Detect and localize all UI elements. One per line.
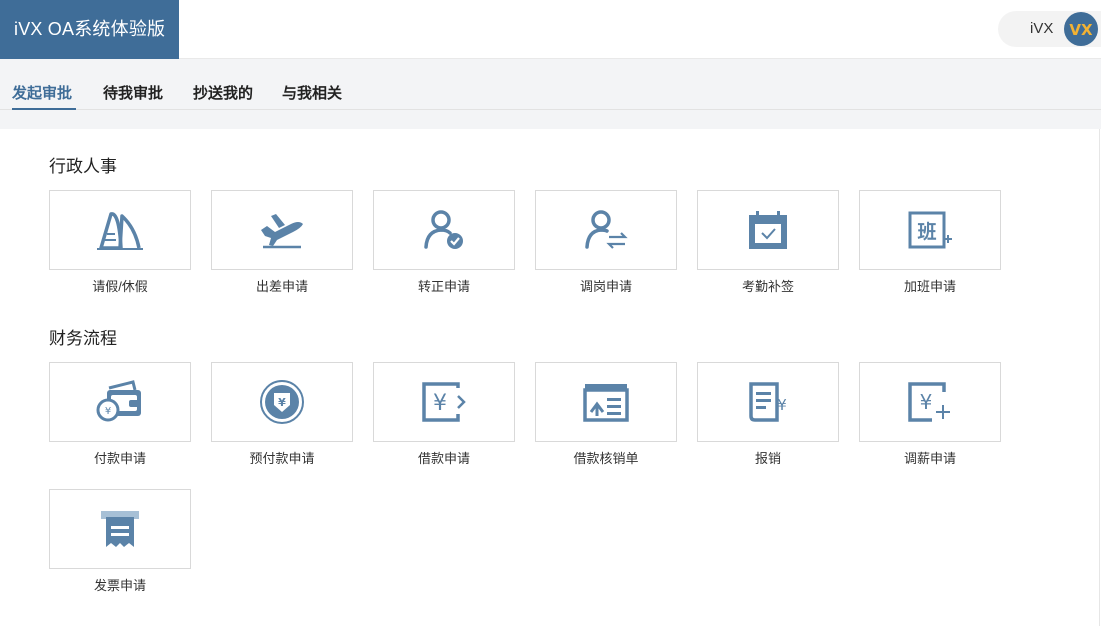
card-business-trip[interactable] (211, 190, 353, 270)
svg-text:¥: ¥ (777, 396, 787, 414)
card-attendance[interactable] (697, 190, 839, 270)
svg-text:¥: ¥ (278, 396, 286, 409)
user-check-icon (424, 210, 463, 249)
card-transfer[interactable] (535, 190, 677, 270)
card-payment[interactable]: ¥ (49, 362, 191, 442)
invoice-icon (101, 511, 139, 547)
card-loan[interactable]: ¥ (373, 362, 515, 442)
prepay-icon: ¥ (260, 380, 304, 424)
avatar-logo-icon: VX (1069, 21, 1093, 39)
card-label-leave: 请假/休假 (92, 279, 148, 294)
avatar: VX (1064, 12, 1098, 46)
card-label-loan-writeoff: 借款核销单 (573, 451, 639, 466)
loan-icon: ¥ (422, 382, 466, 422)
svg-text:班: 班 (917, 220, 936, 243)
card-overtime[interactable]: 班 (859, 190, 1001, 270)
loan-writeoff-icon (583, 384, 629, 422)
card-label-invoice: 发票申请 (93, 578, 146, 593)
user-name: iVX (1030, 20, 1054, 37)
wallet-icon: ¥ (96, 380, 141, 422)
overtime-icon: 班 (908, 211, 952, 249)
card-label-probation: 转正申请 (417, 279, 470, 294)
active-tab-indicator (12, 108, 76, 110)
card-label-reimburse: 报销 (754, 451, 781, 466)
tab-related-to-me[interactable]: 与我相关 (282, 82, 342, 103)
card-label-salary-adjust: 调薪申请 (903, 451, 956, 466)
tab-list: 发起审批 待我审批 抄送我的 与我相关 (0, 59, 1101, 110)
salary-adjust-icon: ¥ (908, 382, 950, 422)
card-reimburse[interactable]: ¥ (697, 362, 839, 442)
card-salary-adjust[interactable]: ¥ (859, 362, 1001, 442)
main-content: 行政人事 请假/休假 出差申请 转正申请 调岗申请 考勤补签 班 加班申请 财务… (0, 129, 1101, 626)
tab-bar: 发起审批 待我审批 抄送我的 与我相关 (0, 59, 1101, 129)
user-menu[interactable]: iVX VX (998, 11, 1101, 47)
card-label-payment: 付款申请 (93, 451, 146, 466)
section-title-admin-hr: 行政人事 (49, 157, 117, 176)
section-title-finance: 财务流程 (49, 329, 117, 348)
reimburse-icon: ¥ (749, 382, 787, 422)
card-label-business-trip: 出差申请 (255, 279, 308, 294)
card-loan-writeoff[interactable] (535, 362, 677, 442)
plane-icon (261, 214, 303, 249)
divider (1099, 129, 1100, 626)
calendar-check-icon (749, 211, 787, 249)
card-label-overtime: 加班申请 (903, 279, 956, 294)
card-probation[interactable] (373, 190, 515, 270)
tab-cc-to-me[interactable]: 抄送我的 (193, 82, 253, 103)
card-label-transfer: 调岗申请 (579, 279, 632, 294)
card-label-loan: 借款申请 (417, 451, 470, 466)
svg-text:¥: ¥ (433, 391, 447, 416)
card-prepayment[interactable]: ¥ (211, 362, 353, 442)
app-title: iVX OA系统体验版 (0, 0, 179, 59)
tab-pending-approval[interactable]: 待我审批 (103, 82, 163, 103)
svg-text:VX: VX (1069, 21, 1093, 39)
top-bar: iVX OA系统体验版 iVX VX (0, 0, 1101, 59)
card-invoice[interactable] (49, 489, 191, 569)
leave-icon (97, 212, 143, 250)
card-leave[interactable] (49, 190, 191, 270)
svg-text:¥: ¥ (920, 390, 933, 414)
svg-text:¥: ¥ (105, 406, 111, 417)
tab-initiate-approval[interactable]: 发起审批 (12, 82, 72, 103)
card-label-attendance: 考勤补签 (741, 279, 794, 294)
user-transfer-icon (585, 210, 628, 249)
card-label-prepayment: 预付款申请 (249, 451, 315, 466)
